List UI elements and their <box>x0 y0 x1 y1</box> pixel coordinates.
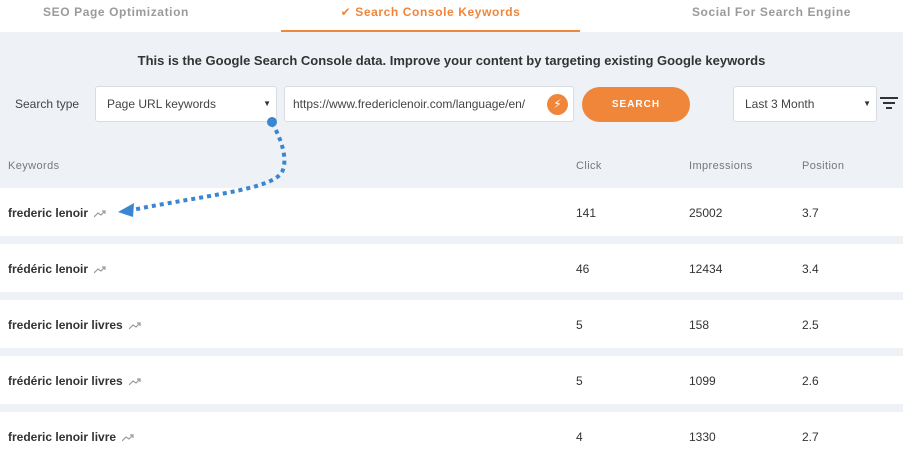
keyword-cell: frederic lenoir <box>8 206 106 220</box>
filter-icon[interactable] <box>880 96 898 110</box>
chevron-down-icon: ▼ <box>863 99 871 108</box>
keyword-text: frédéric lenoir <box>8 262 89 276</box>
header-impressions[interactable]: Impressions <box>689 160 753 172</box>
impressions-cell: 12434 <box>689 262 723 276</box>
url-input[interactable]: https://www.fredericlenoir.com/language/… <box>284 86 574 122</box>
click-cell: 46 <box>576 262 590 276</box>
url-value: https://www.fredericlenoir.com/language/… <box>293 97 526 111</box>
row-divider <box>0 292 903 300</box>
impressions-cell: 1099 <box>689 374 716 388</box>
intro-text: This is the Google Search Console data. … <box>137 53 766 68</box>
check-icon: ✔ <box>340 5 352 19</box>
keyword-cell: frédéric lenoir <box>8 262 106 276</box>
row-divider <box>0 348 903 356</box>
lightning-icon[interactable]: ⚡ <box>547 94 568 115</box>
search-button[interactable]: SEARCH <box>582 87 690 122</box>
header-position[interactable]: Position <box>802 160 844 172</box>
header-keywords[interactable]: Keywords <box>8 160 60 172</box>
trend-icon[interactable] <box>128 378 141 386</box>
row-divider <box>0 404 903 412</box>
tab-social-for-search-engine[interactable]: Social For Search Engine <box>640 0 903 30</box>
trend-icon[interactable] <box>94 266 106 274</box>
table-row[interactable]: frédéric lenoir livres 5 1099 2.6 <box>0 356 903 404</box>
keyword-text: frédéric lenoir livres <box>8 374 123 388</box>
keyword-cell: frederic lenoir livres <box>8 318 141 332</box>
trend-icon[interactable] <box>94 210 106 218</box>
tab-bar: SEO Page Optimization ✔ Search Console Ke… <box>0 0 903 32</box>
trend-icon[interactable] <box>122 434 134 442</box>
keyword-text: frederic lenoir livre <box>8 430 117 444</box>
impressions-cell: 158 <box>689 318 710 332</box>
search-type-label: Search type <box>15 97 80 111</box>
search-type-select[interactable]: Page URL keywords ▼ <box>95 86 277 122</box>
impressions-cell: 25002 <box>689 206 723 220</box>
table-row[interactable]: frederic lenoir 141 25002 3.7 <box>0 188 903 236</box>
table-row[interactable]: frederic lenoir livre 4 1330 2.7 <box>0 412 903 455</box>
date-range-value: Last 3 Month <box>745 97 815 111</box>
keyword-text: frederic lenoir <box>8 206 89 220</box>
table-row[interactable]: frederic lenoir livres 5 158 2.5 <box>0 300 903 348</box>
click-cell: 5 <box>576 374 583 388</box>
click-cell: 141 <box>576 206 597 220</box>
click-cell: 4 <box>576 430 583 444</box>
tab-search-console-keywords[interactable]: ✔ Search Console Keywords <box>281 0 580 32</box>
date-range-select[interactable]: Last 3 Month ▼ <box>733 86 877 122</box>
trend-icon[interactable] <box>128 322 141 330</box>
impressions-cell: 1330 <box>689 430 716 444</box>
position-cell: 2.5 <box>802 318 819 332</box>
click-cell: 5 <box>576 318 583 332</box>
tab-seo-page-optimization[interactable]: SEO Page Optimization <box>0 0 232 30</box>
header-click[interactable]: Click <box>576 160 602 172</box>
tab-search-console-keywords-label: Search Console Keywords <box>355 5 521 19</box>
search-type-value: Page URL keywords <box>107 97 216 111</box>
position-cell: 2.6 <box>802 374 819 388</box>
table-row[interactable]: frédéric lenoir 46 12434 3.4 <box>0 244 903 292</box>
row-divider <box>0 236 903 244</box>
chevron-down-icon: ▼ <box>263 99 271 108</box>
keyword-cell: frederic lenoir livre <box>8 430 134 444</box>
keyword-cell: frédéric lenoir livres <box>8 374 141 388</box>
position-cell: 3.4 <box>802 262 819 276</box>
keyword-text: frederic lenoir livres <box>8 318 123 332</box>
position-cell: 3.7 <box>802 206 819 220</box>
position-cell: 2.7 <box>802 430 819 444</box>
